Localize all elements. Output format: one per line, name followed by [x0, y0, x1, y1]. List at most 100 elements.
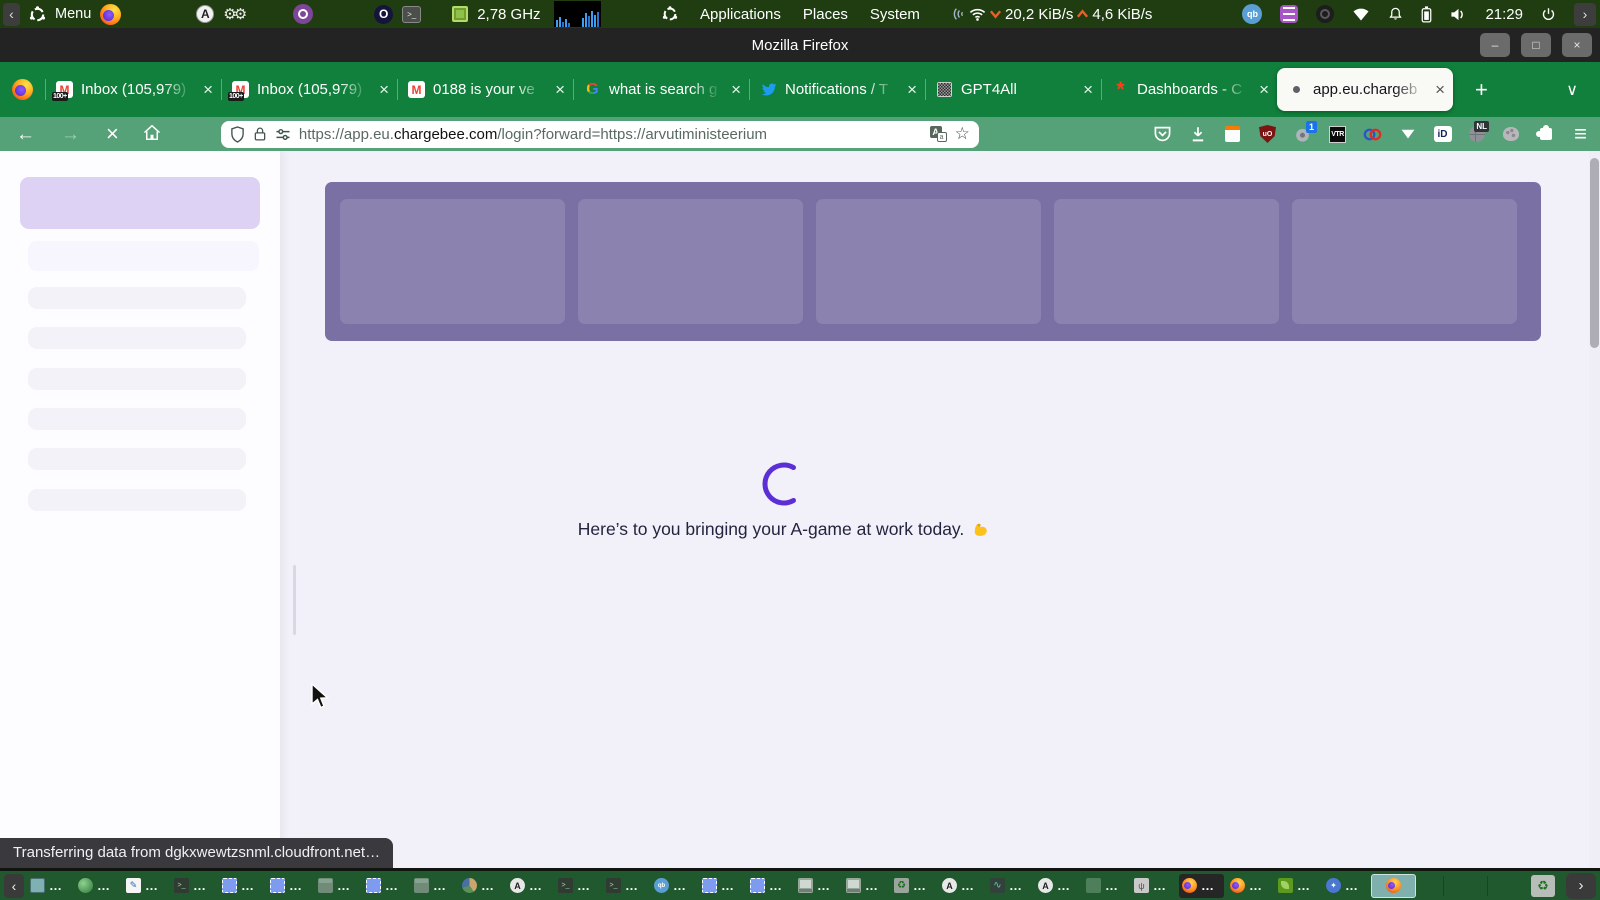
- taskbar-window-button[interactable]: …: [1323, 874, 1368, 898]
- browser-tab[interactable]: M G * app.eu.chargeb ×: [1277, 68, 1453, 111]
- taskbar-window-button[interactable]: …: [1035, 874, 1080, 898]
- taskbar-window-button[interactable]: …: [1131, 874, 1176, 898]
- translate-nl-extension-icon[interactable]: NL: [1468, 120, 1489, 143]
- ideal-extension-icon[interactable]: iD: [1433, 125, 1452, 144]
- clock[interactable]: 21:29: [1485, 6, 1523, 23]
- taskbar-window-button[interactable]: …: [459, 874, 504, 898]
- taskbar-window-button[interactable]: …: [123, 874, 168, 898]
- app-search-icon[interactable]: A: [196, 5, 215, 23]
- list-all-tabs-button[interactable]: ∨: [1558, 76, 1586, 104]
- network-graph-icon[interactable]: [553, 1, 601, 27]
- applications-menu-icon[interactable]: [662, 6, 678, 22]
- extensions-puzzle-icon[interactable]: [1536, 124, 1555, 144]
- taskbar-scroll-left-button[interactable]: ‹: [4, 873, 24, 898]
- browser-tab[interactable]: M G * Notifications / T ×: [749, 62, 925, 117]
- panel-collapse-left-button[interactable]: ‹: [3, 2, 20, 26]
- taskbar-window-button[interactable]: …: [171, 874, 216, 898]
- taskbar-window-button[interactable]: …: [1371, 873, 1416, 898]
- taskbar-window-button[interactable]: …: [603, 874, 648, 898]
- app-indicator-icon[interactable]: [1316, 5, 1335, 23]
- pocket-icon[interactable]: [1153, 125, 1172, 144]
- taskbar-window-button[interactable]: …: [699, 874, 744, 898]
- app-menu-icon[interactable]: ≡: [1571, 121, 1590, 146]
- vtr-extension-icon[interactable]: VTR: [1328, 125, 1347, 144]
- scrollbar-thumb[interactable]: [1590, 158, 1599, 348]
- cookie-manager-extension-icon[interactable]: [1501, 125, 1520, 144]
- taskbar-window-button[interactable]: …: [651, 874, 696, 898]
- ublock-origin-icon[interactable]: uO: [1258, 125, 1277, 144]
- taskbar-window-button[interactable]: …: [219, 874, 264, 898]
- browser-tab[interactable]: M G * Dashboards - C ×: [1101, 62, 1277, 117]
- battery-icon[interactable]: [1421, 5, 1432, 23]
- downloads-icon[interactable]: [1188, 125, 1207, 144]
- home-button[interactable]: [143, 124, 161, 145]
- stop-button[interactable]: ×: [106, 123, 119, 145]
- taskbar-window-button[interactable]: …: [1179, 873, 1224, 898]
- trash-applet-button[interactable]: ♻: [1531, 874, 1555, 897]
- browser-tab[interactable]: M G * 0188 is your ve ×: [397, 62, 573, 117]
- shield-icon[interactable]: [230, 125, 245, 143]
- url-bar[interactable]: https://app.eu. chargebee.com/login?forwa…: [220, 120, 979, 148]
- firefox-icon[interactable]: [100, 3, 122, 25]
- tab-close-icon[interactable]: ×: [907, 80, 917, 100]
- taskbar-window-button[interactable]: …: [315, 874, 360, 898]
- taskbar-window-button[interactable]: …: [891, 874, 936, 898]
- back-button[interactable]: ←: [16, 125, 35, 144]
- sidebar-resize-handle[interactable]: [293, 565, 296, 635]
- panel-collapse-right-button[interactable]: ›: [1574, 2, 1596, 26]
- tab-close-icon[interactable]: ×: [379, 80, 389, 100]
- tab-close-icon[interactable]: ×: [203, 80, 213, 100]
- lock-icon[interactable]: [253, 126, 267, 142]
- link-rings-extension-icon[interactable]: [1363, 125, 1382, 144]
- taskbar-window-button[interactable]: …: [747, 874, 792, 898]
- tab-close-icon[interactable]: ×: [731, 80, 741, 100]
- taskbar-window-button[interactable]: …: [795, 874, 840, 898]
- taskbar-window-button[interactable]: …: [75, 874, 120, 898]
- tab-close-icon[interactable]: ×: [555, 80, 565, 100]
- taskbar-window-button[interactable]: …: [27, 874, 72, 898]
- notes-extension-icon[interactable]: [1223, 125, 1242, 144]
- notifications-bell-icon[interactable]: [1388, 6, 1403, 22]
- browser-tab[interactable]: M G * 100+ Inbox (105,979) ×: [221, 62, 397, 117]
- taskbar-window-button[interactable]: …: [267, 874, 312, 898]
- system-menu-item[interactable]: Places: [803, 6, 848, 23]
- taskbar-window-button[interactable]: …: [555, 874, 600, 898]
- browser-tab[interactable]: M G * what is search g ×: [573, 62, 749, 117]
- taskbar-window-button[interactable]: …: [1275, 874, 1320, 898]
- close-button[interactable]: ×: [1562, 33, 1592, 57]
- menu-button-label[interactable]: Menu: [55, 6, 91, 22]
- terminal-icon[interactable]: >_: [402, 5, 422, 23]
- browser-tab[interactable]: M G * GPT4All ×: [925, 62, 1101, 117]
- taskbar-window-button[interactable]: …: [411, 874, 456, 898]
- tab-close-icon[interactable]: ×: [1259, 80, 1269, 100]
- browser-tab[interactable]: M G * 100+ Inbox (105,979) ×: [45, 62, 221, 117]
- taskbar-window-button[interactable]: …: [507, 874, 552, 898]
- extension-with-badge-icon[interactable]: 1: [1293, 120, 1317, 144]
- forward-button[interactable]: →: [61, 125, 80, 144]
- power-icon[interactable]: [1541, 7, 1556, 22]
- taskbar-window-button[interactable]: …: [1227, 874, 1272, 898]
- taskbar-window-button[interactable]: …: [363, 874, 408, 898]
- system-menu-item[interactable]: System: [870, 6, 920, 23]
- taskbar-window-button[interactable]: …: [1083, 874, 1128, 898]
- taskbar-window-button[interactable]: …: [843, 874, 888, 898]
- tab-close-icon[interactable]: ×: [1083, 80, 1093, 100]
- settings-gears-icon[interactable]: ⚙⚙: [223, 5, 247, 23]
- wifi-tray-icon[interactable]: [1352, 7, 1370, 22]
- maximize-button[interactable]: □: [1521, 33, 1551, 57]
- tab-close-icon[interactable]: ×: [1435, 80, 1445, 100]
- distro-logo-icon[interactable]: [29, 5, 46, 23]
- taskbar-scroll-right-button[interactable]: ›: [1566, 872, 1596, 899]
- qbittorrent-tray-icon[interactable]: qb: [1242, 4, 1263, 24]
- tor-browser-icon[interactable]: [293, 4, 314, 24]
- translate-icon[interactable]: A a: [929, 126, 947, 142]
- permissions-icon[interactable]: [275, 127, 291, 142]
- minimize-button[interactable]: –: [1480, 33, 1510, 57]
- new-tab-button[interactable]: +: [1467, 73, 1496, 107]
- taskbar-window-button[interactable]: …: [939, 874, 984, 898]
- volume-mixer-icon[interactable]: [1280, 5, 1299, 23]
- volume-icon[interactable]: [1450, 7, 1467, 22]
- system-menu-item[interactable]: Applications: [700, 6, 781, 23]
- taskbar-window-button[interactable]: …: [987, 874, 1032, 898]
- triangle-extension-icon[interactable]: [1398, 125, 1417, 144]
